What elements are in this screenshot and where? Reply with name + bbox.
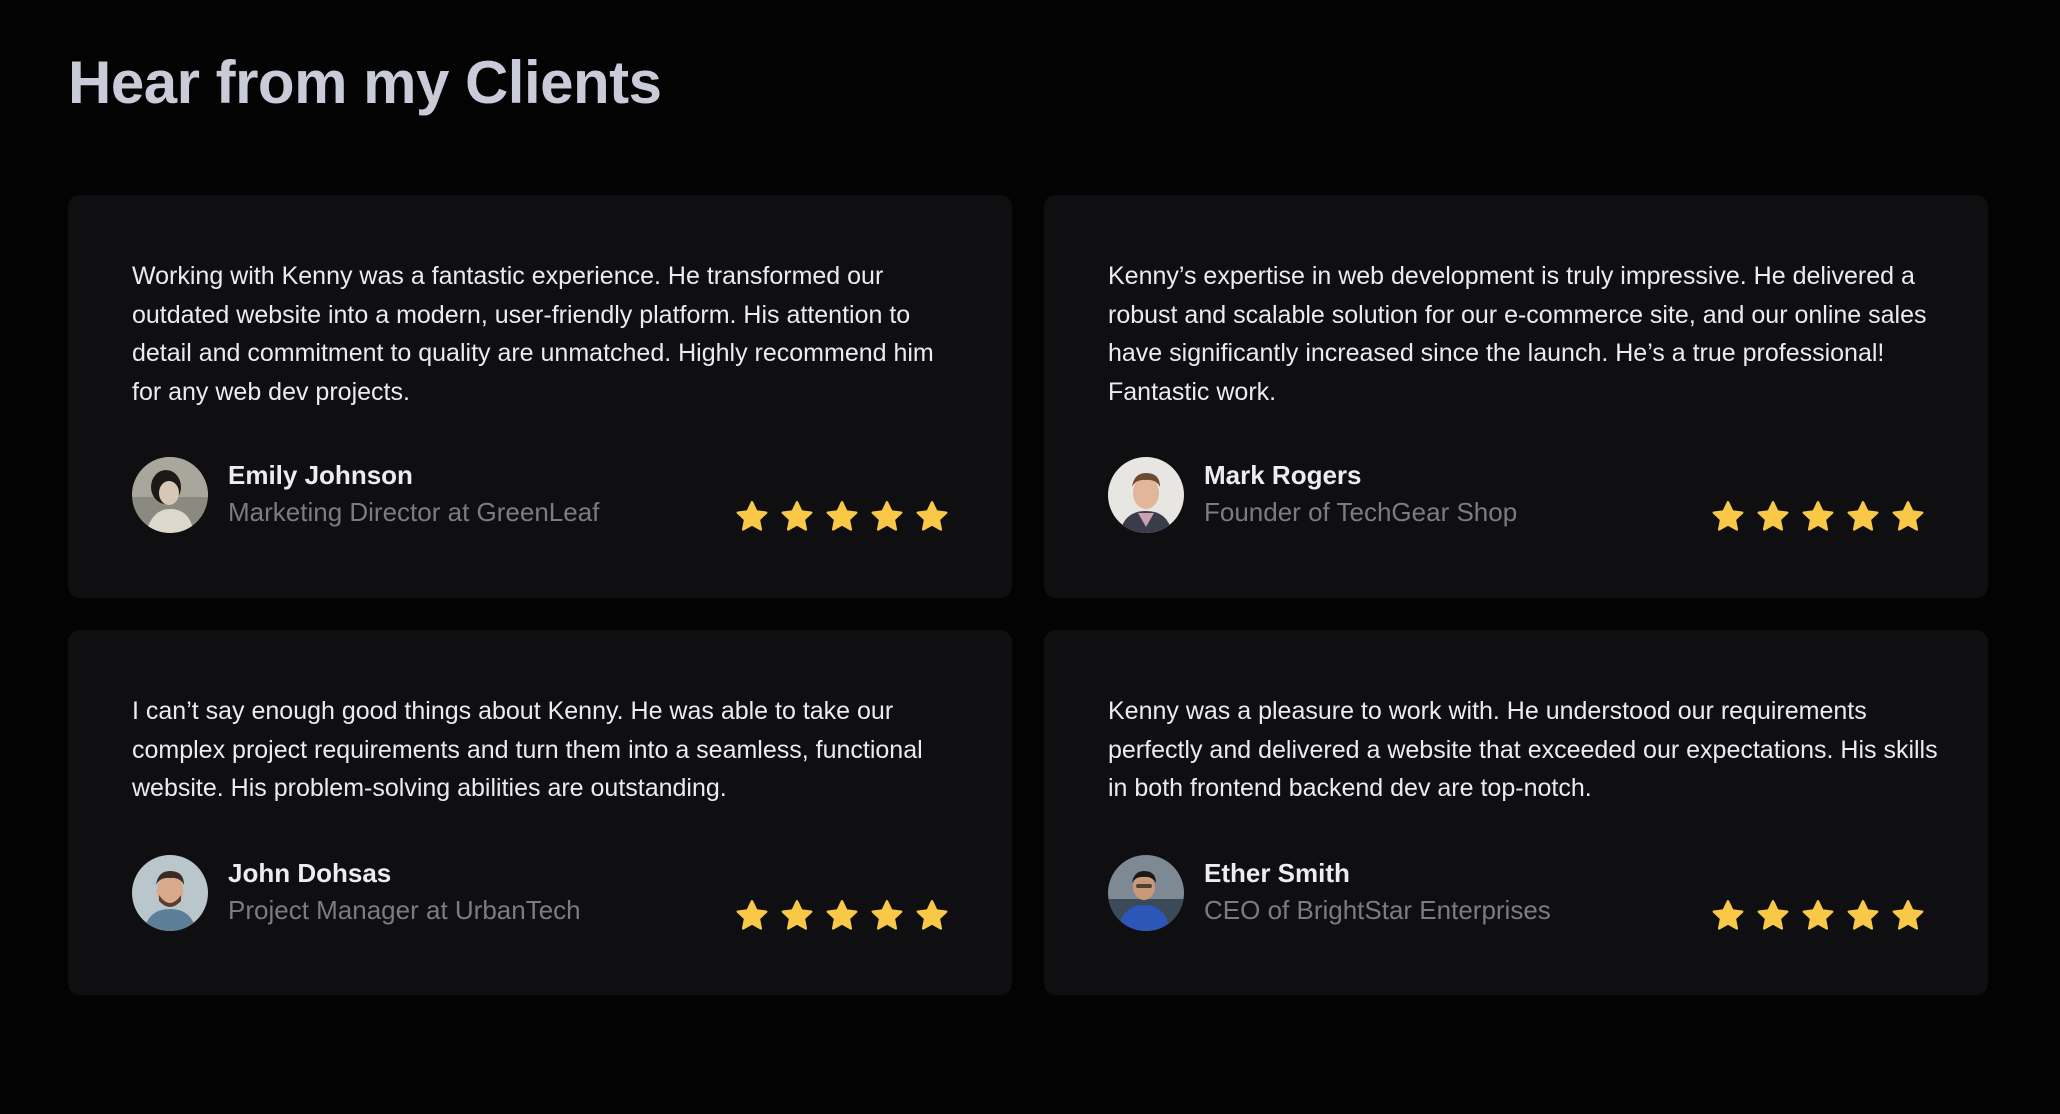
testimonials-grid: Working with Kenny was a fantastic exper…	[68, 195, 1988, 995]
star-icon	[1892, 900, 1924, 930]
star-icon	[1847, 501, 1879, 531]
avatar	[1108, 855, 1184, 931]
testimonial-quote: Kenny’s expertise in web development is …	[1108, 262, 1927, 406]
testimonial-quote: Working with Kenny was a fantastic exper…	[132, 262, 934, 406]
star-icon	[916, 900, 948, 930]
star-icon	[1712, 501, 1744, 531]
star-icon	[736, 501, 768, 531]
star-icon	[1847, 900, 1879, 930]
section-title: Hear from my Clients	[68, 49, 662, 116]
star-icon	[1757, 900, 1789, 930]
avatar	[132, 855, 208, 931]
author-name: Ether Smith	[1204, 858, 1350, 888]
star-icon	[1892, 501, 1924, 531]
testimonial-author: Ether Smith CEO of BrightStar Enterprise…	[1108, 855, 1551, 931]
testimonial-quote: I can’t say enough good things about Ken…	[132, 697, 923, 802]
author-name: Emily Johnson	[228, 460, 413, 490]
star-icon	[781, 900, 813, 930]
testimonial-quote: Kenny was a pleasure to work with. He un…	[1108, 697, 1938, 802]
testimonial-card: Working with Kenny was a fantastic exper…	[68, 195, 1012, 598]
testimonial-card: Kenny was a pleasure to work with. He un…	[1044, 630, 1988, 995]
testimonial-author: Mark Rogers Founder of TechGear Shop	[1108, 457, 1517, 533]
star-icon	[781, 501, 813, 531]
author-name: Mark Rogers	[1204, 460, 1362, 490]
author-role: Marketing Director at GreenLeaf	[228, 497, 600, 527]
testimonial-card: Kenny’s expertise in web development is …	[1044, 195, 1988, 598]
star-icon	[916, 501, 948, 531]
author-name: John Dohsas	[228, 858, 392, 888]
author-role: CEO of BrightStar Enterprises	[1204, 895, 1551, 925]
testimonial-author: Emily Johnson Marketing Director at Gree…	[132, 457, 599, 533]
rating-stars	[734, 898, 950, 934]
star-icon	[1712, 900, 1744, 930]
star-icon	[826, 900, 858, 930]
star-icon	[826, 501, 858, 531]
testimonial-author: John Dohsas Project Manager at UrbanTech	[132, 855, 581, 931]
star-icon	[871, 501, 903, 531]
star-icon	[1757, 501, 1789, 531]
author-role: Founder of TechGear Shop	[1204, 497, 1518, 527]
rating-stars	[734, 499, 950, 535]
rating-stars	[1710, 499, 1926, 535]
star-icon	[736, 900, 768, 930]
author-role: Project Manager at UrbanTech	[228, 895, 581, 925]
star-icon	[871, 900, 903, 930]
testimonial-card: I can’t say enough good things about Ken…	[68, 630, 1012, 995]
star-icon	[1802, 900, 1834, 930]
star-icon	[1802, 501, 1834, 531]
rating-stars	[1710, 898, 1926, 934]
avatar	[1108, 457, 1184, 533]
avatar	[132, 457, 208, 533]
